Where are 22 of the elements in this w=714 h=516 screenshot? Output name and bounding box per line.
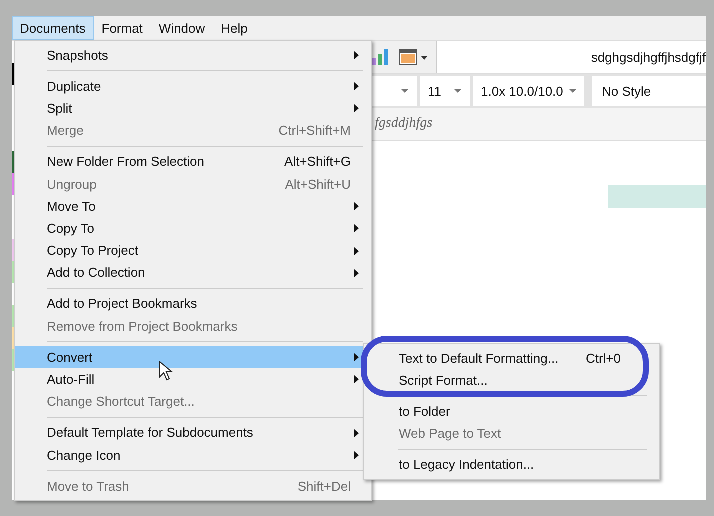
mouse-pointer-icon (159, 361, 173, 381)
menu-item[interactable]: Copy To (15, 217, 371, 240)
menu-item[interactable]: Add to Collection (15, 262, 371, 284)
font-size-dropdown[interactable]: 11 (420, 76, 470, 106)
menu-item[interactable]: Move To (15, 195, 371, 218)
menu-item[interactable]: Copy To Project (15, 240, 371, 262)
line-spacing-dropdown[interactable]: 1.0x 10.0/10.0 (473, 76, 584, 106)
menu-item[interactable]: to Legacy Indentation... (364, 454, 659, 476)
menu-bar-item[interactable]: Format (94, 16, 151, 40)
menu-item[interactable]: Snapshots (15, 44, 371, 66)
menu-item[interactable]: to Folder (364, 400, 659, 423)
menu-item[interactable]: New Folder From Selection Alt+Shift+G (15, 150, 371, 173)
style-field[interactable]: No Style (592, 76, 706, 106)
menu-bar-item[interactable]: Documents (12, 16, 94, 40)
title-field[interactable]: sdghgsdjhgffjhsdgfjf (436, 41, 706, 73)
layout-icon[interactable] (398, 47, 430, 67)
menu-item[interactable]: Duplicate (15, 75, 371, 98)
editor-text: fgsddjhfgs (375, 116, 433, 132)
menu-item[interactable]: Add to Project Bookmarks (15, 292, 371, 316)
menu-item[interactable]: Split (15, 97, 371, 120)
menu-bar-item[interactable]: Window (150, 16, 214, 40)
menu-bar-item[interactable]: Help (213, 16, 256, 40)
